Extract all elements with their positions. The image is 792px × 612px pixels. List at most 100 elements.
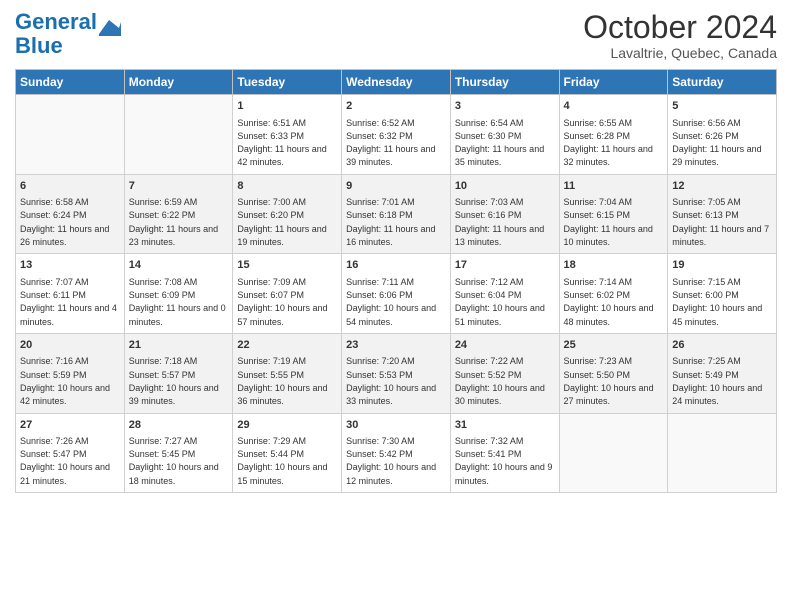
table-row: 16 Sunrise: 7:11 AMSunset: 6:06 PMDayligh… bbox=[342, 254, 451, 334]
day-number: 28 bbox=[129, 418, 229, 433]
table-row bbox=[124, 95, 233, 175]
day-info: Sunrise: 7:30 AMSunset: 5:42 PMDaylight:… bbox=[346, 436, 436, 486]
day-info: Sunrise: 7:20 AMSunset: 5:53 PMDaylight:… bbox=[346, 356, 436, 406]
table-row: 27 Sunrise: 7:26 AMSunset: 5:47 PMDayligh… bbox=[16, 413, 125, 493]
table-row: 12 Sunrise: 7:05 AMSunset: 6:13 PMDayligh… bbox=[668, 174, 777, 254]
table-row: 30 Sunrise: 7:30 AMSunset: 5:42 PMDayligh… bbox=[342, 413, 451, 493]
day-info: Sunrise: 7:23 AMSunset: 5:50 PMDaylight:… bbox=[564, 356, 654, 406]
logo-text: General Blue bbox=[15, 10, 97, 58]
logo: General Blue bbox=[15, 10, 121, 58]
day-number: 21 bbox=[129, 338, 229, 353]
day-info: Sunrise: 6:51 AMSunset: 6:33 PMDaylight:… bbox=[237, 118, 326, 168]
day-info: Sunrise: 7:11 AMSunset: 6:06 PMDaylight:… bbox=[346, 277, 436, 327]
header-wednesday: Wednesday bbox=[342, 70, 451, 95]
day-number: 5 bbox=[672, 99, 772, 114]
day-number: 2 bbox=[346, 99, 446, 114]
table-row: 15 Sunrise: 7:09 AMSunset: 6:07 PMDayligh… bbox=[233, 254, 342, 334]
day-info: Sunrise: 7:25 AMSunset: 5:49 PMDaylight:… bbox=[672, 356, 762, 406]
day-number: 16 bbox=[346, 258, 446, 273]
day-number: 9 bbox=[346, 179, 446, 194]
day-number: 14 bbox=[129, 258, 229, 273]
day-info: Sunrise: 7:19 AMSunset: 5:55 PMDaylight:… bbox=[237, 356, 327, 406]
header-sunday: Sunday bbox=[16, 70, 125, 95]
day-info: Sunrise: 7:27 AMSunset: 5:45 PMDaylight:… bbox=[129, 436, 219, 486]
table-row: 31 Sunrise: 7:32 AMSunset: 5:41 PMDayligh… bbox=[450, 413, 559, 493]
subtitle: Lavaltrie, Quebec, Canada bbox=[583, 45, 777, 61]
day-number: 7 bbox=[129, 179, 229, 194]
day-number: 30 bbox=[346, 418, 446, 433]
table-row: 5 Sunrise: 6:56 AMSunset: 6:26 PMDaylight… bbox=[668, 95, 777, 175]
page-container: General Blue October 2024 Lavaltrie, Que… bbox=[0, 0, 792, 498]
day-info: Sunrise: 6:59 AMSunset: 6:22 PMDaylight:… bbox=[129, 197, 218, 247]
logo-general: General bbox=[15, 9, 97, 34]
day-number: 1 bbox=[237, 99, 337, 114]
day-info: Sunrise: 7:16 AMSunset: 5:59 PMDaylight:… bbox=[20, 356, 110, 406]
table-row: 13 Sunrise: 7:07 AMSunset: 6:11 PMDayligh… bbox=[16, 254, 125, 334]
table-row: 1 Sunrise: 6:51 AMSunset: 6:33 PMDaylight… bbox=[233, 95, 342, 175]
table-row: 2Sunrise: 6:52 AMSunset: 6:32 PMDaylight… bbox=[342, 95, 451, 175]
table-row: 22 Sunrise: 7:19 AMSunset: 5:55 PMDayligh… bbox=[233, 333, 342, 413]
table-row: 19Sunrise: 7:15 AMSunset: 6:00 PMDayligh… bbox=[668, 254, 777, 334]
day-number: 10 bbox=[455, 179, 555, 194]
day-info: Sunrise: 7:03 AMSunset: 6:16 PMDaylight:… bbox=[455, 197, 544, 247]
day-info: Sunrise: 7:26 AMSunset: 5:47 PMDaylight:… bbox=[20, 436, 110, 486]
header-tuesday: Tuesday bbox=[233, 70, 342, 95]
table-row bbox=[559, 413, 668, 493]
table-row: 25Sunrise: 7:23 AMSunset: 5:50 PMDayligh… bbox=[559, 333, 668, 413]
logo-blue: Blue bbox=[15, 33, 63, 58]
table-row bbox=[16, 95, 125, 175]
day-info: Sunrise: 7:22 AMSunset: 5:52 PMDaylight:… bbox=[455, 356, 545, 406]
header-saturday: Saturday bbox=[668, 70, 777, 95]
day-number: 22 bbox=[237, 338, 337, 353]
day-info: Sunrise: 6:55 AMSunset: 6:28 PMDaylight:… bbox=[564, 118, 653, 168]
table-row: 9Sunrise: 7:01 AMSunset: 6:18 PMDaylight… bbox=[342, 174, 451, 254]
day-number: 23 bbox=[346, 338, 446, 353]
table-row: 21Sunrise: 7:18 AMSunset: 5:57 PMDayligh… bbox=[124, 333, 233, 413]
day-info: Sunrise: 7:09 AMSunset: 6:07 PMDaylight:… bbox=[237, 277, 327, 327]
table-row: 6Sunrise: 6:58 AMSunset: 6:24 PMDaylight… bbox=[16, 174, 125, 254]
day-number: 26 bbox=[672, 338, 772, 353]
table-row: 18 Sunrise: 7:14 AMSunset: 6:02 PMDayligh… bbox=[559, 254, 668, 334]
header-thursday: Thursday bbox=[450, 70, 559, 95]
table-row: 14Sunrise: 7:08 AMSunset: 6:09 PMDayligh… bbox=[124, 254, 233, 334]
table-row: 7 Sunrise: 6:59 AMSunset: 6:22 PMDaylight… bbox=[124, 174, 233, 254]
table-row: 10 Sunrise: 7:03 AMSunset: 6:16 PMDayligh… bbox=[450, 174, 559, 254]
day-info: Sunrise: 6:56 AMSunset: 6:26 PMDaylight:… bbox=[672, 118, 761, 168]
day-number: 29 bbox=[237, 418, 337, 433]
table-row: 4Sunrise: 6:55 AMSunset: 6:28 PMDaylight… bbox=[559, 95, 668, 175]
table-row: 8Sunrise: 7:00 AMSunset: 6:20 PMDaylight… bbox=[233, 174, 342, 254]
month-title: October 2024 bbox=[583, 10, 777, 45]
day-number: 11 bbox=[564, 179, 664, 194]
day-number: 6 bbox=[20, 179, 120, 194]
day-info: Sunrise: 7:32 AMSunset: 5:41 PMDaylight:… bbox=[455, 436, 553, 486]
header-friday: Friday bbox=[559, 70, 668, 95]
table-row: 23 Sunrise: 7:20 AMSunset: 5:53 PMDayligh… bbox=[342, 333, 451, 413]
day-info: Sunrise: 7:04 AMSunset: 6:15 PMDaylight:… bbox=[564, 197, 653, 247]
table-row: 29 Sunrise: 7:29 AMSunset: 5:44 PMDayligh… bbox=[233, 413, 342, 493]
table-row: 11 Sunrise: 7:04 AMSunset: 6:15 PMDayligh… bbox=[559, 174, 668, 254]
day-info: Sunrise: 7:29 AMSunset: 5:44 PMDaylight:… bbox=[237, 436, 327, 486]
day-number: 15 bbox=[237, 258, 337, 273]
calendar-table: Sunday Monday Tuesday Wednesday Thursday… bbox=[15, 69, 777, 493]
title-block: October 2024 Lavaltrie, Quebec, Canada bbox=[583, 10, 777, 61]
day-number: 3 bbox=[455, 99, 555, 114]
day-number: 13 bbox=[20, 258, 120, 273]
table-row: 26 Sunrise: 7:25 AMSunset: 5:49 PMDayligh… bbox=[668, 333, 777, 413]
day-number: 19 bbox=[672, 258, 772, 273]
calendar-body: 1 Sunrise: 6:51 AMSunset: 6:33 PMDaylight… bbox=[16, 95, 777, 493]
day-number: 20 bbox=[20, 338, 120, 353]
day-number: 17 bbox=[455, 258, 555, 273]
day-number: 12 bbox=[672, 179, 772, 194]
day-number: 31 bbox=[455, 418, 555, 433]
day-info: Sunrise: 7:07 AMSunset: 6:11 PMDaylight:… bbox=[20, 277, 117, 327]
day-info: Sunrise: 7:14 AMSunset: 6:02 PMDaylight:… bbox=[564, 277, 654, 327]
day-number: 18 bbox=[564, 258, 664, 273]
day-number: 24 bbox=[455, 338, 555, 353]
day-info: Sunrise: 7:05 AMSunset: 6:13 PMDaylight:… bbox=[672, 197, 769, 247]
day-number: 27 bbox=[20, 418, 120, 433]
table-row: 17Sunrise: 7:12 AMSunset: 6:04 PMDayligh… bbox=[450, 254, 559, 334]
table-row: 20 Sunrise: 7:16 AMSunset: 5:59 PMDayligh… bbox=[16, 333, 125, 413]
table-row: 24 Sunrise: 7:22 AMSunset: 5:52 PMDayligh… bbox=[450, 333, 559, 413]
day-info: Sunrise: 7:00 AMSunset: 6:20 PMDaylight:… bbox=[237, 197, 326, 247]
calendar-header: Sunday Monday Tuesday Wednesday Thursday… bbox=[16, 70, 777, 95]
